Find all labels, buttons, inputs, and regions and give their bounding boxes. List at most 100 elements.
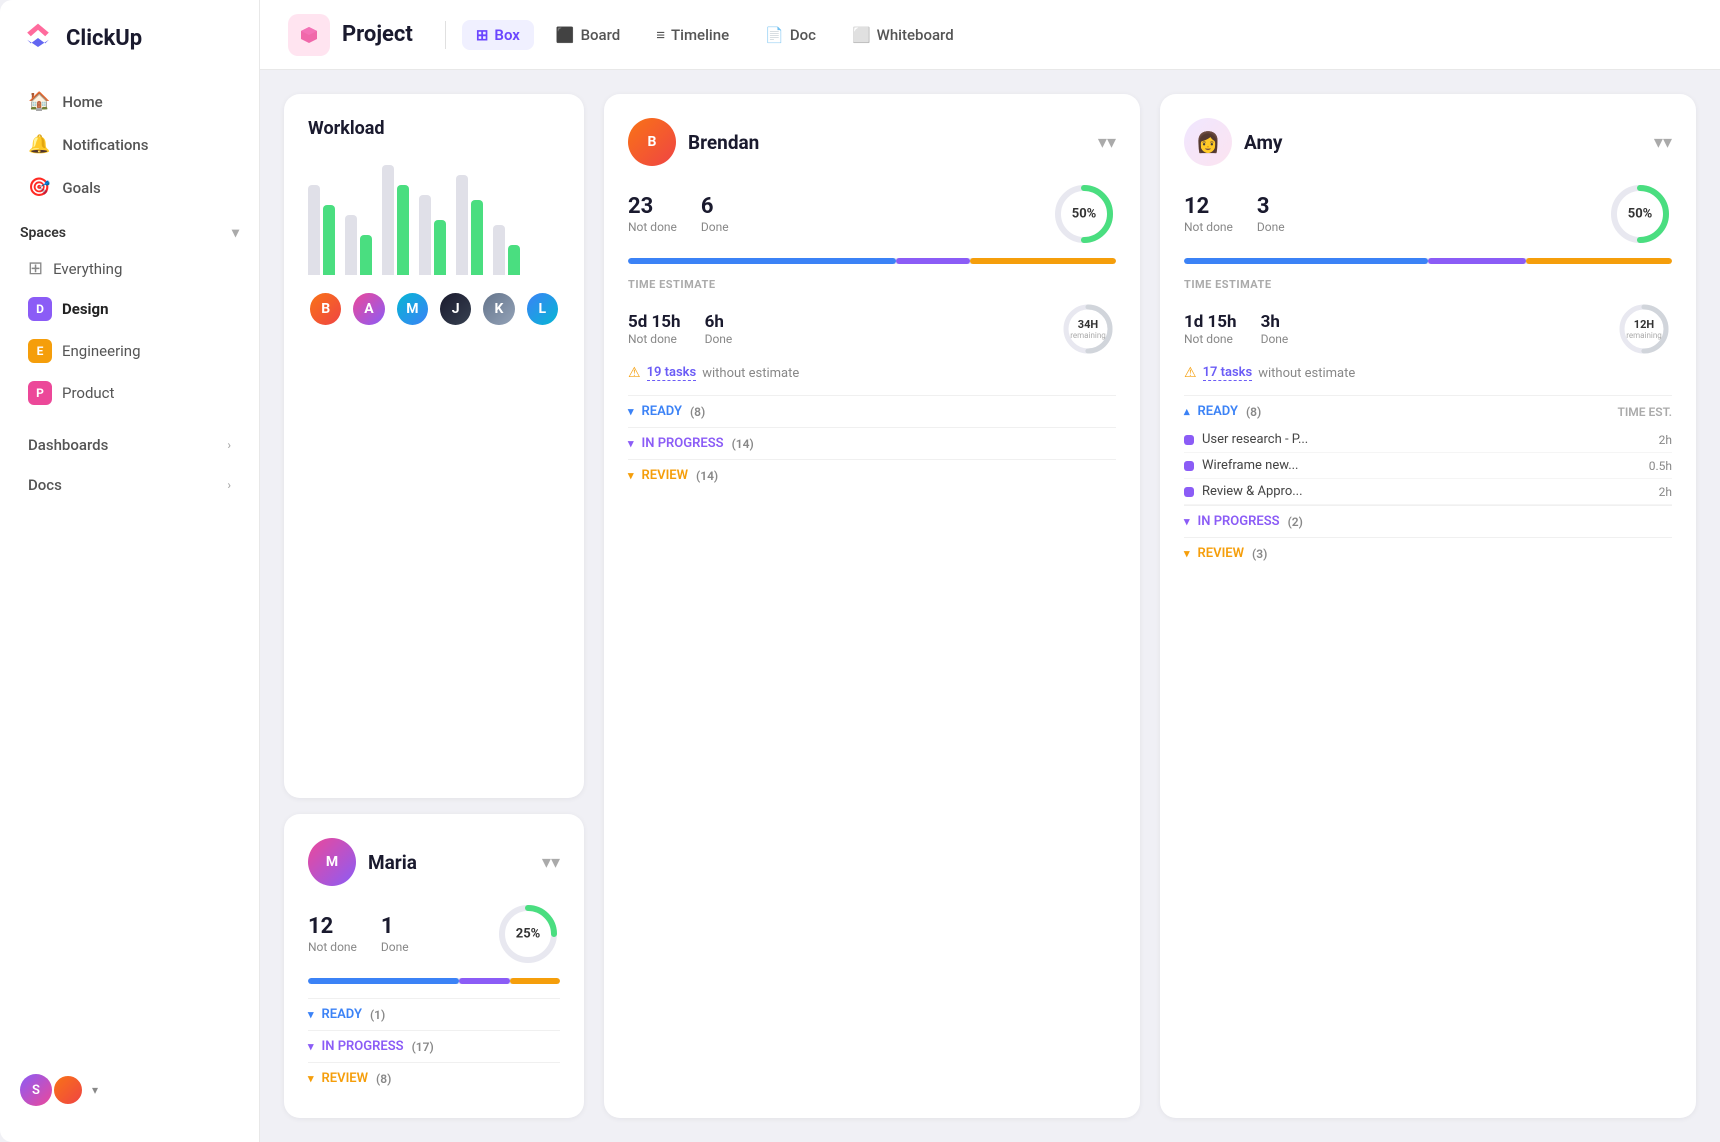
- brendan-expand-icon[interactable]: ▾▾: [1098, 132, 1116, 153]
- progress-blue: [308, 978, 459, 984]
- tab-timeline[interactable]: ≡ Timeline: [642, 20, 743, 50]
- project-title: Project: [342, 22, 413, 47]
- logo: ClickUp: [0, 20, 259, 80]
- avatar-5[interactable]: K: [481, 291, 516, 327]
- brendan-avatar: B: [628, 118, 676, 166]
- brendan-warning: ⚠ 19 tasks without estimate: [628, 365, 1116, 381]
- tab-box[interactable]: ⊞ Box: [462, 20, 534, 50]
- brendan-info: B Brendan: [628, 118, 759, 166]
- chevron-icon: ▾: [628, 469, 634, 482]
- sidebar-item-engineering[interactable]: E Engineering: [8, 331, 251, 371]
- sidebar-item-notifications[interactable]: 🔔 Notifications: [8, 124, 251, 165]
- amy-donut: 50%: [1608, 182, 1672, 246]
- maria-progress-section[interactable]: ▾ IN PROGRESS (17): [308, 1030, 560, 1062]
- maria-progress: [308, 978, 560, 984]
- progress-purple: [896, 258, 969, 264]
- amy-in-progress[interactable]: ▾ IN PROGRESS (2): [1184, 505, 1672, 537]
- footer-expand[interactable]: ▾: [92, 1083, 98, 1097]
- brendan-in-progress[interactable]: ▾ IN PROGRESS (14): [628, 427, 1116, 459]
- bar-gray: [345, 215, 357, 275]
- amy-ready[interactable]: ▴ READY (8) TIME EST.: [1184, 395, 1672, 427]
- bar-gray: [493, 225, 505, 275]
- bar-green: [434, 220, 446, 275]
- avatar-3[interactable]: M: [395, 291, 430, 327]
- maria-review-section[interactable]: ▾ REVIEW (8): [308, 1062, 560, 1094]
- user-avatar-s: S: [20, 1074, 52, 1106]
- user-avatar-b: [52, 1074, 84, 1106]
- main-area: Project ⊞ Box ⬛ Board ≡ Timeline 📄 Doc ⬜…: [260, 0, 1720, 1142]
- chevron-icon: ▾: [628, 405, 634, 418]
- brendan-done: 6 Done: [701, 194, 729, 234]
- chevron-right-icon: ›: [227, 438, 231, 452]
- amy-task-2: Wireframe new... 0.5h: [1184, 453, 1672, 479]
- right-section: B Brendan ▾▾ 23 Not done 6 Done: [604, 94, 1696, 1118]
- bar-green: [360, 235, 372, 275]
- chevron-up-icon: ▴: [1184, 405, 1190, 418]
- brendan-ready[interactable]: ▾ READY (8): [628, 395, 1116, 427]
- brendan-donut: 50%: [1052, 182, 1116, 246]
- amy-time-not-done: 1d 15h Not done: [1184, 312, 1237, 346]
- amy-expand-icon[interactable]: ▾▾: [1654, 132, 1672, 153]
- progress-blue: [628, 258, 896, 264]
- bar-green: [471, 200, 483, 275]
- avatar-6[interactable]: L: [525, 291, 560, 327]
- chevron-icon: ▾: [308, 1072, 314, 1085]
- content: Workload: [260, 70, 1720, 1142]
- progress-purple: [1428, 258, 1526, 264]
- spaces-section-header: Spaces ▾: [0, 209, 259, 249]
- amy-tasks-link[interactable]: 17 tasks: [1203, 365, 1253, 381]
- brendan-time-done: 6h Done: [705, 312, 733, 346]
- avatar-2[interactable]: A: [351, 291, 386, 327]
- header: Project ⊞ Box ⬛ Board ≡ Timeline 📄 Doc ⬜…: [260, 0, 1720, 70]
- maria-ready-section[interactable]: ▾ READY (1): [308, 998, 560, 1030]
- chevron-down-icon[interactable]: ▾: [232, 225, 239, 241]
- project-icon: [288, 14, 330, 56]
- bar-gray: [456, 175, 468, 275]
- bar-group-1: [308, 185, 335, 275]
- brendan-not-done: 23 Not done: [628, 194, 677, 234]
- chevron-icon: ▾: [628, 437, 634, 450]
- workload-card: Workload: [284, 94, 584, 798]
- brendan-header: B Brendan ▾▾: [628, 118, 1116, 166]
- avatar-1[interactable]: B: [308, 291, 343, 327]
- left-column: Workload: [284, 94, 584, 1118]
- sidebar-item-everything[interactable]: ⊞ Everything: [8, 250, 251, 287]
- maria-expand-icon[interactable]: ▾▾: [542, 852, 560, 873]
- avatars-row: B A M J K L: [308, 291, 560, 327]
- sidebar-item-design[interactable]: D Design: [8, 289, 251, 329]
- brendan-card: B Brendan ▾▾ 23 Not done 6 Done: [604, 94, 1140, 1118]
- whiteboard-icon: ⬜: [852, 26, 871, 44]
- tab-whiteboard[interactable]: ⬜ Whiteboard: [838, 20, 968, 50]
- warning-icon: ⚠: [1184, 365, 1197, 381]
- progress-purple: [459, 978, 509, 984]
- amy-review[interactable]: ▾ REVIEW (3): [1184, 537, 1672, 569]
- sidebar-item-dashboards[interactable]: Dashboards ›: [8, 426, 251, 464]
- sidebar-footer: S ▾: [0, 1058, 259, 1122]
- tab-board[interactable]: ⬛ Board: [542, 20, 634, 50]
- maria-card: M Maria ▾▾ 12 Not done 1 Done: [284, 814, 584, 1118]
- task-dot: [1184, 435, 1194, 445]
- progress-yellow: [510, 978, 560, 984]
- bar-group-3: [382, 165, 409, 275]
- tab-doc[interactable]: 📄 Doc: [751, 20, 830, 50]
- bar-green: [323, 205, 335, 275]
- chevron-icon: ▾: [1184, 515, 1190, 528]
- chevron-icon: ▾: [308, 1008, 314, 1021]
- bar-gray: [419, 195, 431, 275]
- sidebar-item-docs[interactable]: Docs ›: [8, 466, 251, 504]
- brendan-tasks-link[interactable]: 19 tasks: [647, 365, 697, 381]
- sidebar-item-goals[interactable]: 🎯 Goals: [8, 167, 251, 208]
- amy-done: 3 Done: [1257, 194, 1285, 234]
- product-badge: P: [28, 381, 52, 405]
- brendan-stats: 23 Not done 6 Done 50%: [628, 182, 1116, 246]
- box-icon: ⊞: [476, 26, 489, 44]
- sidebar-item-home[interactable]: 🏠 Home: [8, 81, 251, 122]
- amy-avatar: 👩: [1184, 118, 1232, 166]
- timeline-icon: ≡: [656, 26, 665, 44]
- home-icon: 🏠: [28, 91, 50, 112]
- sidebar-item-product[interactable]: P Product: [8, 373, 251, 413]
- progress-yellow: [1526, 258, 1672, 264]
- brendan-review[interactable]: ▾ REVIEW (14): [628, 459, 1116, 491]
- avatar-4[interactable]: J: [438, 291, 473, 327]
- progress-yellow: [970, 258, 1116, 264]
